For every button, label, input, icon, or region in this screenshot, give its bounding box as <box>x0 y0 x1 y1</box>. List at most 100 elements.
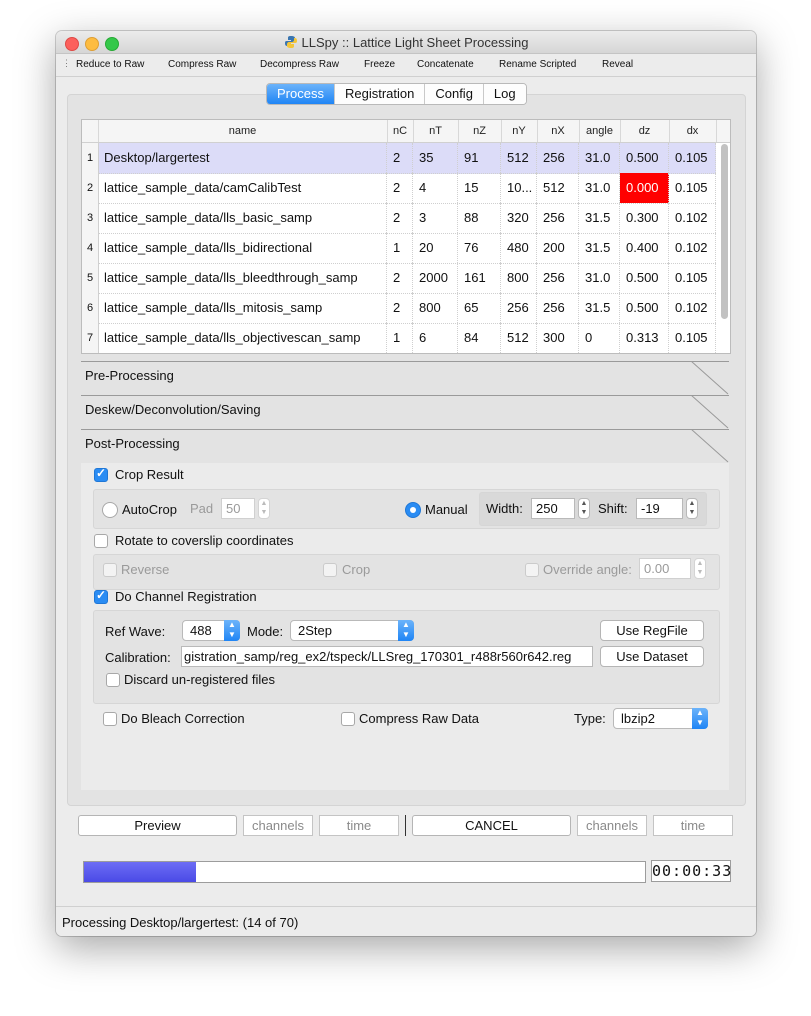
table-cell-nX[interactable]: 300 <box>537 323 579 353</box>
width-stepper[interactable]: ▲ ▼ <box>578 498 590 519</box>
table-cell-nZ[interactable]: 88 <box>458 203 501 233</box>
table-cell-angle[interactable]: 0 <box>579 323 620 353</box>
table-row[interactable]: 2 lattice_sample_data/camCalibTest 2 4 15 10.… <box>82 173 716 204</box>
row-number[interactable]: 4 <box>82 233 99 263</box>
column-header-nT[interactable]: nT <box>413 120 459 142</box>
table-cell-dx[interactable]: 0.105 <box>669 173 716 203</box>
autocrop-radio[interactable] <box>102 502 118 518</box>
table-cell-angle[interactable]: 31.0 <box>579 143 620 173</box>
column-header-angle[interactable]: angle <box>579 120 621 142</box>
pad-field[interactable]: 50 <box>221 498 255 519</box>
table-cell-name[interactable]: lattice_sample_data/lls_basic_samp <box>98 203 387 233</box>
table-row[interactable]: 3 lattice_sample_data/lls_basic_samp 2 3 88 3… <box>82 203 716 234</box>
table-cell-dx[interactable]: 0.102 <box>669 233 716 263</box>
table-cell-nC[interactable]: 2 <box>387 173 413 203</box>
table-cell-nZ[interactable]: 65 <box>458 293 501 323</box>
shift-stepper[interactable]: ▲ ▼ <box>686 498 698 519</box>
table-cell-dx[interactable]: 0.102 <box>669 293 716 323</box>
discard-checkbox[interactable] <box>106 673 120 687</box>
reveal-action[interactable]: Reveal <box>602 59 633 70</box>
table-cell-dz[interactable]: 0.313 <box>620 323 669 353</box>
process-channels-field[interactable]: channels <box>577 815 647 836</box>
table-cell-nY[interactable]: 320 <box>501 203 537 233</box>
use-regfile-button[interactable]: Use RegFile <box>600 620 704 641</box>
pad-stepper[interactable]: ▲ ▼ <box>258 498 270 519</box>
table-cell-nY[interactable]: 256 <box>501 293 537 323</box>
table-cell-dz[interactable]: 0.300 <box>620 203 669 233</box>
column-header-nZ[interactable]: nZ <box>458 120 502 142</box>
column-header-dx[interactable]: dx <box>669 120 717 142</box>
row-number[interactable]: 2 <box>82 173 99 203</box>
compress-raw-checkbox[interactable] <box>341 712 355 726</box>
table-row[interactable]: 6 lattice_sample_data/lls_mitosis_samp 2 80… <box>82 293 716 324</box>
tab-config[interactable]: Config <box>425 84 484 104</box>
row-number[interactable]: 6 <box>82 293 99 323</box>
tab-registration[interactable]: Registration <box>334 84 426 104</box>
table-cell-nX[interactable]: 256 <box>537 143 579 173</box>
table-cell-dz[interactable]: 0.500 <box>620 293 669 323</box>
table-cell-angle[interactable]: 31.5 <box>579 203 620 233</box>
override-angle-checkbox[interactable] <box>525 563 539 577</box>
column-header-nX[interactable]: nX <box>537 120 580 142</box>
table-cell-nX[interactable]: 256 <box>537 293 579 323</box>
override-angle-field[interactable]: 0.00 <box>639 558 691 579</box>
table-cell-nY[interactable]: 512 <box>501 143 537 173</box>
table-cell-dx[interactable]: 0.105 <box>669 323 716 353</box>
table-cell-nZ[interactable]: 76 <box>458 233 501 263</box>
rename-scripted-action[interactable]: Rename Scripted <box>499 59 576 70</box>
preview-button[interactable]: Preview <box>78 815 237 836</box>
table-cell-dx[interactable]: 0.102 <box>669 203 716 233</box>
process-time-field[interactable]: time <box>653 815 733 836</box>
table-cell-name[interactable]: lattice_sample_data/lls_mitosis_samp <box>98 293 387 323</box>
table-cell-angle[interactable]: 31.5 <box>579 293 620 323</box>
table-cell-nC[interactable]: 1 <box>387 233 413 263</box>
shift-field[interactable]: -19 <box>636 498 683 519</box>
row-number[interactable]: 7 <box>82 323 99 353</box>
mode-select[interactable]: 2Step ▲ ▼ <box>290 620 414 641</box>
cancel-button[interactable]: CANCEL <box>412 815 571 836</box>
table-cell-nX[interactable]: 256 <box>537 263 579 293</box>
table-cell-nY[interactable]: 480 <box>501 233 537 263</box>
dataset-table[interactable]: name nC nT nZ nY nX angle dz dx 1 Desktop/largert… <box>81 119 731 354</box>
table-cell-nT[interactable]: 35 <box>413 143 458 173</box>
table-row[interactable]: 1 Desktop/largertest 2 35 91 512 256 31.0 0.500 0… <box>82 143 716 174</box>
table-cell-nT[interactable]: 2000 <box>413 263 458 293</box>
table-cell-nT[interactable]: 800 <box>413 293 458 323</box>
table-cell-nT[interactable]: 3 <box>413 203 458 233</box>
table-cell-nX[interactable]: 200 <box>537 233 579 263</box>
table-row[interactable]: 5 lattice_sample_data/lls_bleedthrough_sa… <box>82 263 716 294</box>
table-cell-nC[interactable]: 2 <box>387 293 413 323</box>
table-cell-dz[interactable]: 0.500 <box>620 143 669 173</box>
table-cell-dx[interactable]: 0.105 <box>669 143 716 173</box>
table-cell-name[interactable]: lattice_sample_data/lls_bleedthrough_sam… <box>98 263 387 293</box>
tab-log[interactable]: Log <box>483 84 526 104</box>
ref-wave-select[interactable]: 488 ▲ ▼ <box>182 620 240 641</box>
compress-raw-action[interactable]: Compress Raw <box>168 59 236 70</box>
title-bar[interactable]: LLSpy :: Lattice Light Sheet Processing <box>56 31 756 54</box>
crop-rotate-checkbox[interactable] <box>323 563 337 577</box>
table-cell-nX[interactable]: 512 <box>537 173 579 203</box>
table-cell-nZ[interactable]: 91 <box>458 143 501 173</box>
freeze-action[interactable]: Freeze <box>364 59 395 70</box>
table-cell-nC[interactable]: 2 <box>387 263 413 293</box>
column-header-nY[interactable]: nY <box>501 120 538 142</box>
table-cell-nT[interactable]: 20 <box>413 233 458 263</box>
table-cell-angle[interactable]: 31.5 <box>579 233 620 263</box>
table-row[interactable]: 7 lattice_sample_data/lls_objectivescan_s… <box>82 323 716 353</box>
table-cell-dz[interactable]: 0.000 <box>620 173 669 203</box>
table-cell-nY[interactable]: 512 <box>501 323 537 353</box>
table-cell-nC[interactable]: 2 <box>387 203 413 233</box>
table-cell-nY[interactable]: 800 <box>501 263 537 293</box>
override-angle-stepper[interactable]: ▲ ▼ <box>694 558 706 579</box>
column-header-name[interactable]: name <box>98 120 388 142</box>
width-field[interactable]: 250 <box>531 498 575 519</box>
table-cell-name[interactable]: lattice_sample_data/lls_bidirectional <box>98 233 387 263</box>
rotate-checkbox[interactable] <box>94 534 108 548</box>
table-cell-nT[interactable]: 6 <box>413 323 458 353</box>
bleach-correction-checkbox[interactable] <box>103 712 117 726</box>
post-processing-section[interactable]: Post-Processing <box>81 429 729 463</box>
channel-registration-checkbox[interactable] <box>94 588 108 604</box>
table-cell-name[interactable]: Desktop/largertest <box>98 143 387 173</box>
table-cell-nC[interactable]: 2 <box>387 143 413 173</box>
table-cell-nC[interactable]: 1 <box>387 323 413 353</box>
